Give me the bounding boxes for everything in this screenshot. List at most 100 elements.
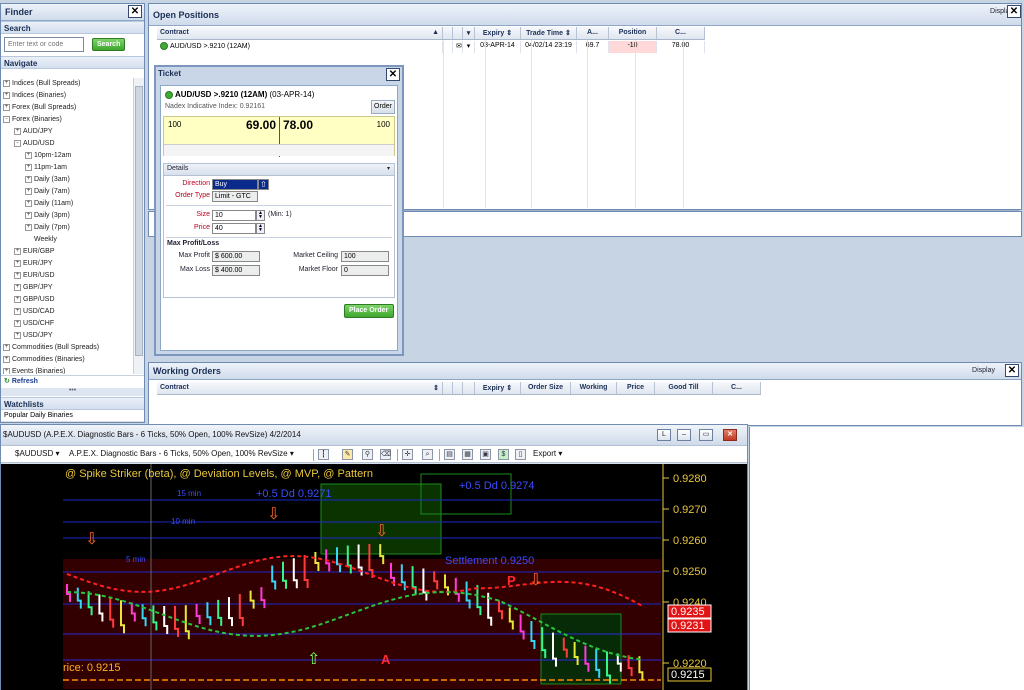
ticket-close-icon[interactable]: ✕ (386, 68, 400, 81)
watchlist-item[interactable]: Popular Daily Binaries (1, 410, 144, 422)
crosshair-icon[interactable]: ✛ (402, 449, 413, 460)
row-menu-icon[interactable]: ▾ (463, 41, 475, 53)
minimize-icon[interactable]: – (677, 429, 691, 441)
expand-icon[interactable]: + (3, 79, 10, 87)
col-a[interactable]: A... (577, 27, 609, 39)
tree-item[interactable]: + Events (Binaries) (1, 366, 133, 374)
panel-splitter[interactable]: ••• (1, 387, 144, 396)
tree-item[interactable]: + AUD/JPY (1, 126, 133, 138)
col-expiry[interactable]: Expiry ⇕ (475, 27, 521, 39)
tree-item[interactable]: + GBP/JPY (1, 282, 133, 294)
finder-close-icon[interactable]: ✕ (128, 5, 142, 18)
tree-item[interactable]: + Daily (3am) (1, 174, 133, 186)
expand-icon[interactable]: + (25, 163, 32, 171)
col-position[interactable]: Position (609, 27, 657, 39)
expand-icon[interactable]: + (14, 319, 21, 327)
expand-icon[interactable]: + (14, 127, 21, 135)
ticket-icon[interactable]: ✉ (453, 41, 463, 53)
order-type-select[interactable]: Limit - GTC (212, 191, 258, 202)
working-orders-close-icon[interactable]: ✕ (1005, 364, 1019, 377)
tree-item[interactable]: + USD/JPY (1, 330, 133, 342)
bid-price[interactable]: 69.00 (246, 118, 276, 132)
link-button[interactable]: L (657, 429, 671, 441)
bar-type-selector[interactable]: A.P.E.X. Diagnostic Bars - 6 Ticks, 50% … (69, 449, 294, 458)
col-contract[interactable]: Contract ▲ (157, 27, 443, 39)
expand-icon[interactable]: + (3, 103, 10, 111)
pin-icon[interactable]: ⚲ (362, 449, 373, 460)
expand-icon[interactable]: + (14, 247, 21, 255)
expand-icon[interactable]: + (25, 187, 32, 195)
expand-icon[interactable]: + (25, 175, 32, 183)
place-order-button[interactable]: Place Order (344, 304, 394, 318)
expand-icon[interactable]: + (14, 283, 21, 291)
col-icon-1[interactable] (443, 382, 453, 394)
bars-style-icon[interactable]: ┇ (318, 449, 329, 460)
price-chart[interactable]: +0.5 Dd 0.9271 +0.5 Dd 0.9274 Settlement 0… (1, 464, 747, 690)
tree-item[interactable]: + USD/CHF (1, 318, 133, 330)
tree-item[interactable]: + EUR/JPY (1, 258, 133, 270)
expand-icon[interactable]: + (14, 295, 21, 303)
col-order-size[interactable]: Order Size (521, 382, 571, 394)
details-header[interactable]: Details ▾ (164, 164, 394, 176)
size-stepper-icon[interactable]: ▲ ▼ (256, 210, 265, 221)
expand-icon[interactable]: + (3, 91, 10, 99)
row-icon-1[interactable] (443, 41, 453, 53)
tree-item[interactable]: + Indices (Bull Spreads) (1, 78, 133, 90)
tree-item[interactable]: + GBP/USD (1, 294, 133, 306)
col-icon-2[interactable] (453, 27, 463, 39)
expand-icon[interactable]: + (3, 355, 10, 363)
order-tab[interactable]: Order (371, 100, 395, 114)
image-icon[interactable]: ▣ (480, 449, 491, 460)
search-button[interactable]: Search (92, 38, 126, 51)
expand-icon[interactable]: + (14, 259, 21, 267)
tree-item[interactable]: + Daily (7am) (1, 186, 133, 198)
working-orders-display-menu[interactable]: Display (972, 367, 995, 374)
studies-icon[interactable]: ▦ (462, 449, 473, 460)
pencil-icon[interactable]: ✎ (342, 449, 353, 460)
collapse-icon[interactable]: - (14, 139, 21, 147)
direction-select[interactable]: Buy (212, 179, 258, 190)
expand-icon[interactable]: + (14, 331, 21, 339)
maximize-icon[interactable]: ▭ (699, 429, 713, 441)
col-icon-3[interactable] (463, 382, 475, 394)
price-input[interactable]: 40 (212, 223, 256, 234)
tree-item[interactable]: + Daily (11am) (1, 198, 133, 210)
col-contract[interactable]: Contract ⇕ (157, 382, 443, 394)
expand-icon[interactable]: + (14, 307, 21, 315)
col-c[interactable]: C... (713, 382, 761, 394)
size-input[interactable]: 10 (212, 210, 256, 221)
expand-icon[interactable]: + (25, 151, 32, 159)
navigate-scrollbar[interactable] (133, 78, 144, 374)
col-working[interactable]: Working (571, 382, 617, 394)
expand-icon[interactable]: + (25, 211, 32, 219)
tree-item[interactable]: + EUR/GBP (1, 246, 133, 258)
tree-item[interactable]: + Daily (3pm) (1, 210, 133, 222)
col-icon-2[interactable] (453, 382, 463, 394)
document-icon[interactable]: ▯ (515, 449, 526, 460)
expand-icon[interactable]: + (3, 343, 10, 351)
chart-close-icon[interactable]: ✕ (723, 429, 737, 441)
col-good-till[interactable]: Good Till (655, 382, 713, 394)
tree-item[interactable]: + EUR/USD (1, 270, 133, 282)
tree-item[interactable]: + Forex (Bull Spreads) (1, 102, 133, 114)
tree-item[interactable]: +10pm-12am (1, 150, 133, 162)
eraser-icon[interactable]: ⌫ (380, 449, 391, 460)
tree-item[interactable]: + Commodities (Bull Spreads) (1, 342, 133, 354)
col-icon-1[interactable] (443, 27, 453, 39)
offer-price[interactable]: 78.00 (283, 118, 313, 132)
col-icon-3[interactable]: ▾ (463, 27, 475, 39)
collapse-icon[interactable]: - (3, 115, 10, 123)
expand-icon[interactable]: + (3, 367, 10, 374)
symbol-selector[interactable]: $AUDUSD ▾ (15, 449, 59, 458)
expand-icon[interactable]: + (25, 223, 32, 231)
col-expiry[interactable]: Expiry ⇕ (475, 382, 521, 394)
col-c[interactable]: C... (657, 27, 705, 39)
export-menu[interactable]: Export ▾ (533, 449, 562, 458)
tree-item[interactable]: + USD/CAD (1, 306, 133, 318)
tree-item[interactable]: + Commodities (Binaries) (1, 354, 133, 366)
dollar-icon[interactable]: $ (498, 449, 509, 460)
tree-item[interactable]: - AUD/USD (1, 138, 133, 150)
col-price[interactable]: Price (617, 382, 655, 394)
search-input[interactable] (4, 37, 84, 52)
tree-item[interactable]: +11pm-1am (1, 162, 133, 174)
